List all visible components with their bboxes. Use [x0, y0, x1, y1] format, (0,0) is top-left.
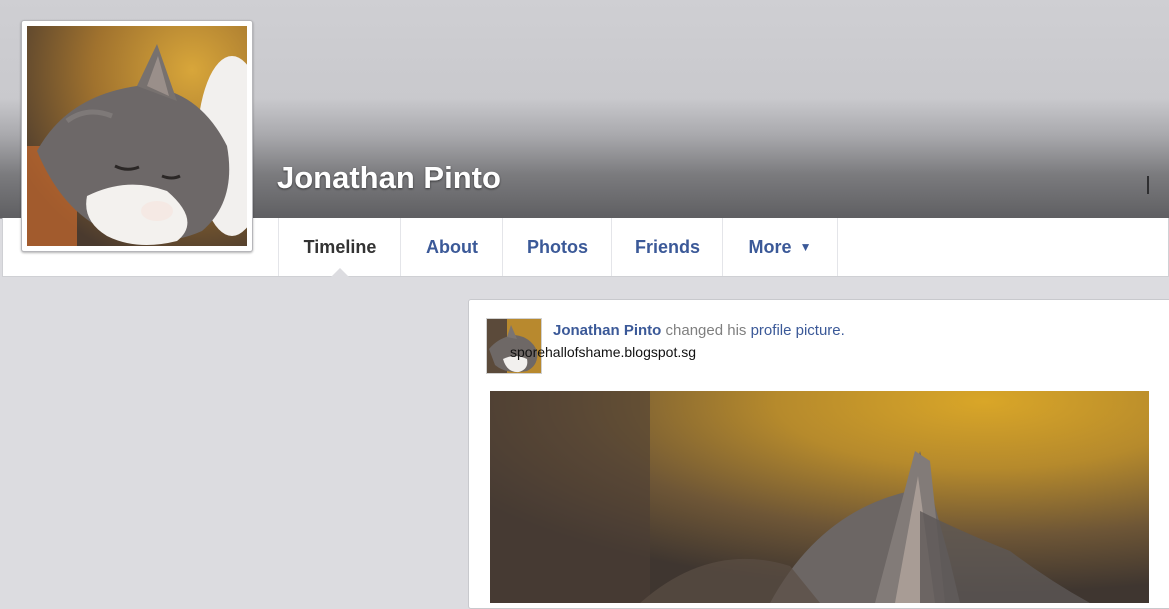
post-object-link[interactable]: profile picture. — [751, 322, 845, 339]
tab-more-label: More — [748, 236, 792, 257]
tab-timeline[interactable]: Timeline — [278, 218, 401, 277]
post-action-text: changed his — [665, 322, 747, 339]
cat-avatar-image — [27, 26, 247, 246]
tab-photos[interactable]: Photos — [502, 218, 612, 276]
caret-down-icon: ▼ — [799, 240, 812, 254]
profile-name[interactable]: Jonathan Pinto — [277, 160, 501, 196]
post-photo[interactable] — [490, 391, 1149, 603]
cover-divider — [1147, 176, 1149, 194]
tab-friends-label: Friends — [634, 236, 700, 257]
post-author-link[interactable]: Jonathan Pinto — [553, 322, 661, 339]
tab-about[interactable]: About — [400, 218, 503, 276]
profile-picture[interactable] — [21, 20, 253, 252]
tab-about-label: About — [426, 236, 478, 257]
tab-photos-label: Photos — [527, 236, 588, 257]
tab-more[interactable]: More ▼ — [722, 218, 838, 276]
post-header: Jonathan Pinto changed his profile pictu… — [553, 322, 845, 339]
watermark-text: sporehallofshame.blogspot.sg — [510, 344, 697, 360]
tab-timeline-label: Timeline — [303, 236, 377, 257]
active-tab-pointer — [331, 268, 349, 277]
tab-friends[interactable]: Friends — [611, 218, 723, 276]
